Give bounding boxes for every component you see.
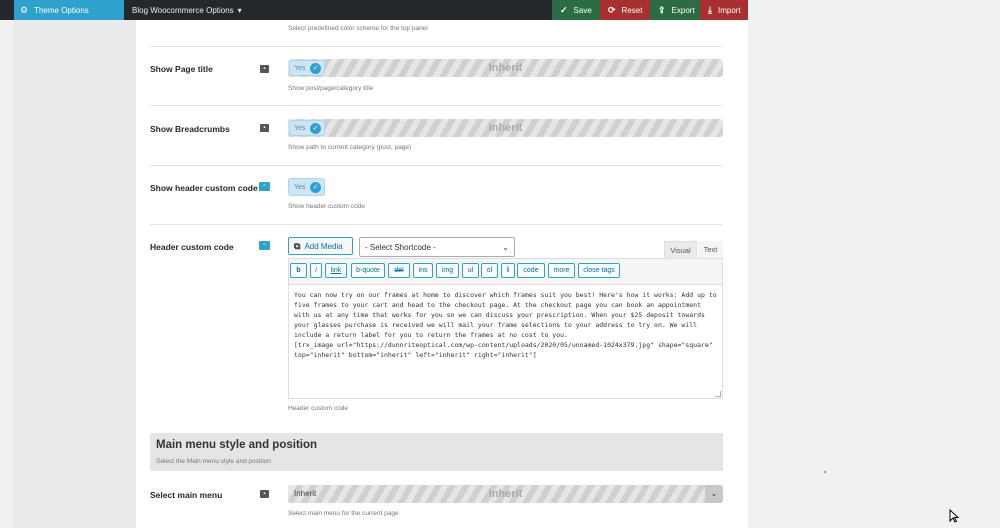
inherit-label: Inherit bbox=[488, 488, 523, 500]
section-header-main-menu: Main menu style and position Select the … bbox=[150, 433, 723, 471]
quicktag-ol-button[interactable]: ol bbox=[481, 263, 498, 278]
media-icon: ⧉ bbox=[294, 240, 301, 251]
inherit-label: Inherit bbox=[488, 122, 523, 134]
show-breadcrumbs-label: Show Breadcrumbs bbox=[150, 124, 230, 134]
save-label: Save bbox=[573, 5, 592, 15]
check-icon: ✓ bbox=[560, 4, 568, 15]
save-button[interactable]: ✓ Save bbox=[552, 0, 600, 20]
check-icon: ✓ bbox=[310, 122, 321, 134]
chevron-down-icon[interactable]: ⌄ bbox=[705, 485, 723, 503]
main-menu-description: Select main menu for the current page bbox=[288, 510, 399, 517]
quicktag-ul-button[interactable]: ul bbox=[462, 263, 479, 278]
options-set-dropdown[interactable]: Blog Woocommerce Options ▾ bbox=[132, 0, 242, 20]
options-set-label: Blog Woocommerce Options bbox=[132, 5, 234, 15]
quicktag-code-button[interactable]: code bbox=[517, 263, 545, 278]
breadcrumbs-toggle[interactable]: Yes ✓ bbox=[289, 120, 325, 136]
tab-text[interactable]: Text bbox=[698, 241, 723, 258]
chevron-down-icon: ▾ bbox=[237, 5, 242, 15]
toggle-label: Yes bbox=[294, 183, 306, 191]
gear-icon: ⚙ bbox=[20, 4, 29, 15]
breadcrumbs-description: Show path to current category (post, pag… bbox=[288, 144, 412, 151]
device-icon: ▫ bbox=[259, 241, 270, 250]
header-code-description: Show header custom code bbox=[288, 203, 365, 210]
breadcrumbs-inherit-control[interactable]: Inherit Yes ✓ bbox=[288, 119, 723, 137]
main-menu-select-value: Inherit bbox=[294, 489, 317, 498]
import-label: Import bbox=[717, 5, 741, 15]
add-media-button[interactable]: ⧉ Add Media bbox=[288, 237, 353, 255]
page: ⚙ Theme Options Blog Woocommerce Options… bbox=[0, 0, 1000, 528]
header-code-textarea[interactable]: You can now try on our frames at home to… bbox=[288, 284, 723, 399]
page-title-description: Show post/page/category title bbox=[288, 85, 374, 92]
check-icon: ✓ bbox=[310, 62, 321, 74]
quicktag-bold-button[interactable]: b bbox=[290, 263, 307, 278]
download-icon: ⤓ bbox=[708, 4, 712, 15]
toggle-label: Yes bbox=[294, 64, 306, 72]
left-gutter bbox=[14, 20, 136, 528]
page-title-inherit-control[interactable]: Inherit Yes ✓ bbox=[288, 59, 723, 77]
section-subtitle: Select the Main menu style and position bbox=[156, 458, 271, 465]
quicktag-more-button[interactable]: more bbox=[548, 263, 575, 278]
tab-visual[interactable]: Visual bbox=[664, 241, 697, 258]
upload-icon: ⇪ bbox=[658, 4, 666, 15]
quicktag-img-button[interactable]: img bbox=[436, 263, 459, 278]
reset-label: Reset bbox=[621, 5, 643, 15]
theme-options-tab[interactable]: ⚙ Theme Options bbox=[14, 0, 124, 20]
quicktag-link-button[interactable]: link bbox=[325, 263, 347, 278]
check-icon: ✓ bbox=[310, 181, 321, 193]
shortcode-select-value: - Select Shortcode - bbox=[365, 242, 436, 252]
select-main-menu-label: Select main menu bbox=[150, 490, 223, 500]
custom-code-description: Header custom code bbox=[288, 405, 348, 412]
page-title-toggle[interactable]: Yes ✓ bbox=[289, 60, 325, 76]
shortcode-select[interactable]: - Select Shortcode - ⌄ bbox=[359, 237, 515, 257]
row-divider bbox=[150, 105, 722, 106]
quicktag-close-tags-button[interactable]: close tags bbox=[578, 263, 620, 278]
export-label: Export bbox=[671, 5, 695, 15]
refresh-icon: ⟳ bbox=[608, 4, 616, 15]
header-code-toggle[interactable]: Yes ✓ bbox=[288, 178, 325, 196]
main-menu-select[interactable]: Inherit Inherit ⌄ bbox=[288, 485, 723, 503]
quicktag-blockquote-button[interactable]: b-quote bbox=[351, 263, 385, 278]
header-custom-code-label: Header custom code bbox=[150, 242, 234, 252]
show-header-code-label: Show header custom code bbox=[150, 183, 258, 193]
export-button[interactable]: ⇪ Export bbox=[650, 0, 700, 20]
stray-dot bbox=[824, 471, 826, 473]
lock-icon: ▪ bbox=[260, 490, 269, 498]
row-divider bbox=[150, 46, 722, 47]
theme-options-label: Theme Options bbox=[34, 5, 89, 15]
device-icon: ▫ bbox=[259, 182, 270, 191]
resize-handle[interactable] bbox=[715, 391, 721, 397]
reset-button[interactable]: ⟳ Reset bbox=[600, 0, 650, 20]
import-button[interactable]: ⤓ Import bbox=[700, 0, 748, 20]
quicktag-li-button[interactable]: li bbox=[501, 263, 515, 278]
mouse-pointer-icon bbox=[949, 509, 959, 523]
lock-icon: ▪ bbox=[260, 124, 269, 132]
quicktag-del-button[interactable]: del bbox=[388, 263, 410, 278]
show-page-title-label: Show Page title bbox=[150, 64, 213, 74]
quicktag-ins-button[interactable]: ins bbox=[413, 263, 433, 278]
lock-icon: ▪ bbox=[260, 65, 269, 73]
quicktag-italic-button[interactable]: i bbox=[310, 263, 322, 278]
top-toolbar: ⚙ Theme Options Blog Woocommerce Options… bbox=[0, 0, 748, 20]
chevron-down-icon: ⌄ bbox=[502, 242, 509, 252]
color-scheme-description: Select predefined color scheme for the t… bbox=[288, 25, 428, 32]
toggle-label: Yes bbox=[294, 124, 306, 132]
row-divider bbox=[150, 165, 722, 166]
add-media-label: Add Media bbox=[304, 241, 343, 251]
inherit-label: Inherit bbox=[488, 62, 523, 74]
section-title: Main menu style and position bbox=[156, 439, 318, 451]
row-divider bbox=[150, 224, 722, 225]
